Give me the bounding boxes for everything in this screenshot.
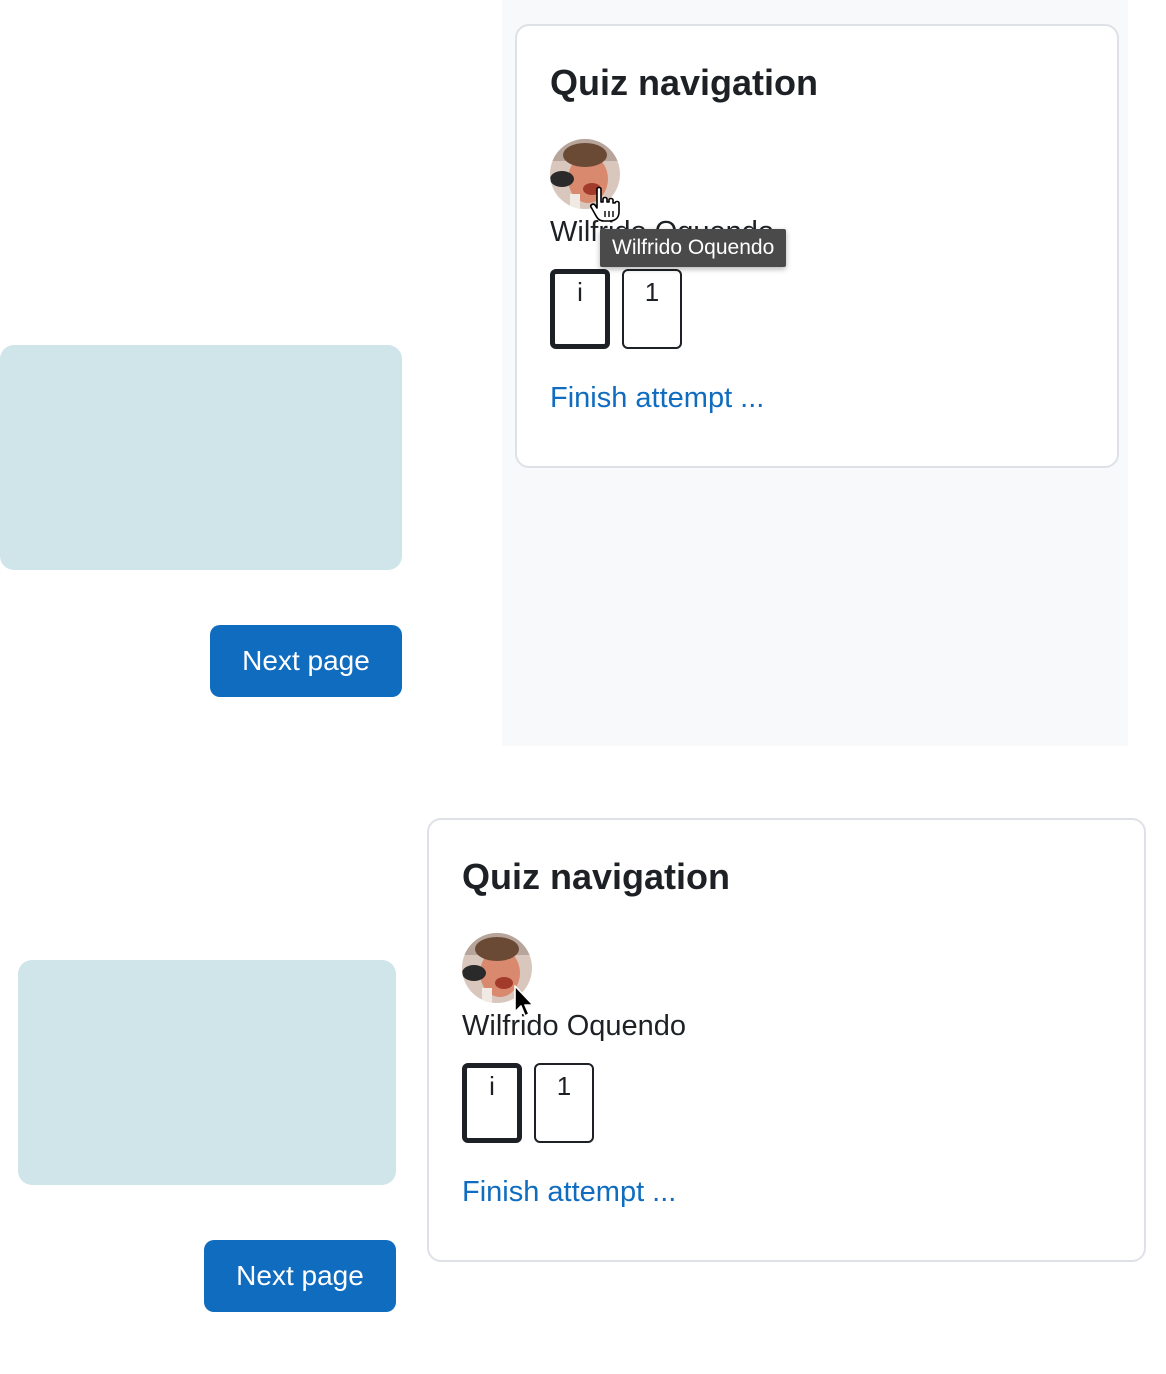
quiz-nav-button-info[interactable]: i	[550, 269, 610, 349]
arrow-pointer-icon	[513, 984, 535, 1018]
quiz-nav-button-1[interactable]: 1	[622, 269, 682, 349]
next-page-button[interactable]: Next page	[210, 625, 402, 697]
finish-attempt-link[interactable]: Finish attempt ...	[550, 382, 764, 415]
user-name: Wilfrido Oquendo	[462, 1010, 687, 1042]
next-page-button[interactable]: Next page	[204, 1240, 396, 1312]
block-title: Quiz navigation	[550, 62, 819, 103]
user-name-tooltip: Wilfrido Oquendo	[600, 229, 787, 267]
question-info-box	[18, 960, 396, 1185]
question-info-box	[0, 345, 402, 570]
quiz-nav-button-1[interactable]: 1	[534, 1063, 594, 1143]
quiz-nav-button-info[interactable]: i	[462, 1063, 522, 1143]
block-title: Quiz navigation	[462, 856, 731, 897]
quiz-navigation-block: Quiz navigation Wilfrido Oquendo i 1 Fin…	[427, 818, 1146, 1262]
finish-attempt-link[interactable]: Finish attempt ...	[462, 1176, 676, 1209]
hand-pointer-icon	[588, 186, 622, 222]
